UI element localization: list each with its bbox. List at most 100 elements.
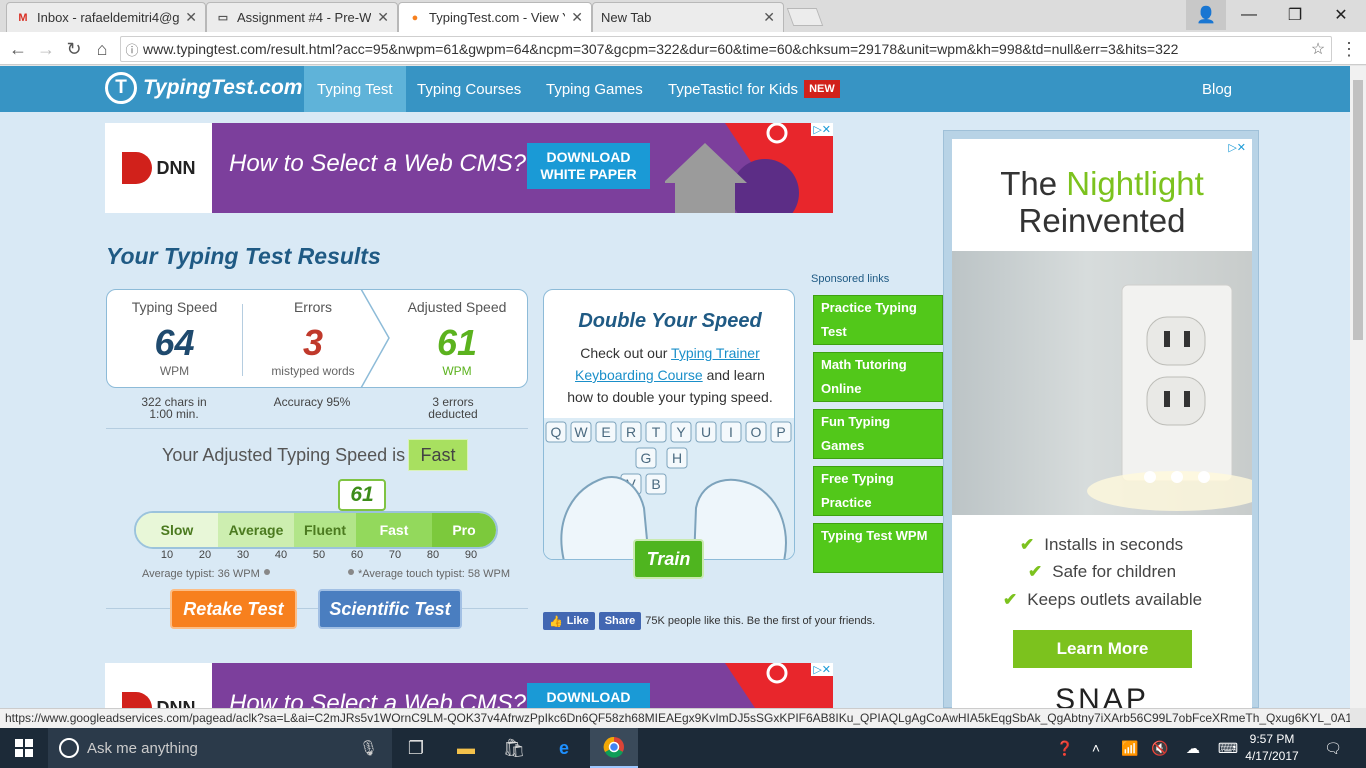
retake-test-button[interactable]: Retake Test: [170, 589, 297, 629]
ad-headline: How to Select a Web CMS?: [229, 690, 527, 708]
task-view-icon[interactable]: ❐: [392, 728, 440, 768]
facebook-like-button[interactable]: 👍 Like: [543, 612, 595, 630]
train-button[interactable]: Train: [633, 539, 704, 579]
speed-scale-bar: Slow Average Fluent Fast Pro: [134, 511, 498, 549]
close-icon[interactable]: ✕: [185, 9, 197, 26]
stat-value: 61: [436, 322, 478, 363]
ad-download-button[interactable]: DOWNLOAD WHITE PAPER: [527, 143, 650, 189]
close-window-button[interactable]: ✕: [1318, 0, 1364, 30]
snap-brand: SNAP: [1055, 683, 1149, 708]
facebook-like-text: 75K people like this. Be the first of yo…: [645, 615, 876, 627]
feature-label: Keeps outlets available: [1027, 590, 1203, 609]
facebook-share-button[interactable]: Share: [598, 612, 642, 630]
side-ad-headline: The Nightlight Reinvented: [952, 165, 1252, 239]
keyboarding-course-link[interactable]: Keyboarding Course: [575, 367, 703, 383]
minimize-button[interactable]: —: [1226, 0, 1272, 30]
microphone-icon[interactable]: 🎙: [359, 739, 378, 757]
tab-newtab[interactable]: New Tab ✕: [592, 2, 784, 32]
onedrive-icon[interactable]: ☁: [1180, 728, 1206, 768]
new-tab-button[interactable]: [786, 8, 824, 26]
forward-icon[interactable]: →: [34, 37, 58, 61]
tick-label: 20: [198, 549, 212, 561]
nav-blog[interactable]: Blog: [1189, 66, 1245, 112]
typing-speed-stat: Typing Speed 64 WPM: [107, 290, 242, 389]
side-ad-content: ▷✕ The Nightlight Reinvented ✔ Installs i…: [952, 139, 1252, 708]
profile-icon[interactable]: 👤: [1186, 0, 1226, 30]
stat-label: Typing Speed: [131, 299, 218, 315]
start-button[interactable]: [0, 728, 48, 768]
scale-average: Average: [218, 513, 294, 547]
system-clock[interactable]: 9:57 PM 4/17/2017: [1240, 731, 1304, 765]
typing-trainer-link[interactable]: Typing Trainer: [671, 345, 760, 361]
edge-icon[interactable]: e: [540, 728, 588, 768]
average-typist-label: Average typist: 36 WPM: [142, 568, 260, 580]
nav-typetastic[interactable]: TypeTastic! for Kids NEW: [655, 66, 853, 112]
address-bar[interactable]: ⓘ www.typingtest.com/result.html?acc=95&…: [120, 36, 1332, 62]
tab-assignment[interactable]: ▭ Assignment #4 - Pre-Wor ✕: [206, 2, 398, 32]
bookmark-star-icon[interactable]: ☆: [1305, 39, 1331, 59]
accuracy-summary: Accuracy 95%: [273, 395, 351, 409]
scrollbar-thumb[interactable]: [1353, 80, 1363, 340]
check-icon: ✔: [1028, 562, 1043, 581]
browser-tabbar: M Inbox - rafaeldemitri4@g ✕ ▭ Assignmen…: [0, 0, 1366, 32]
close-icon[interactable]: ✕: [377, 9, 389, 26]
action-center-icon[interactable]: 🗨: [1318, 728, 1348, 768]
site-logo[interactable]: T TypingTest.com: [105, 72, 302, 104]
sponsored-link[interactable]: Free Typing Practice: [813, 466, 943, 516]
nav-typing-games[interactable]: Typing Games: [533, 66, 656, 112]
help-icon[interactable]: ❓: [1050, 728, 1080, 768]
bottom-ad-banner[interactable]: DNN How to Select a Web CMS? DOWNLOAD WH…: [105, 663, 833, 708]
info-icon[interactable]: ⓘ: [121, 40, 143, 59]
nav-typing-test[interactable]: Typing Test: [304, 66, 406, 112]
scale-ticks: 10 20 30 40 50 60 70 80 90: [134, 549, 498, 561]
sponsored-link[interactable]: Fun Typing Games: [813, 409, 943, 459]
sponsored-link[interactable]: Practice Typing Test: [813, 295, 943, 345]
windows-logo-icon: [15, 739, 33, 757]
top-ad-banner[interactable]: DNN How to Select a Web CMS? DOWNLOAD WH…: [105, 123, 833, 213]
dnn-logo: DNN: [105, 663, 212, 708]
show-hidden-icons[interactable]: ˄: [1086, 728, 1106, 768]
close-icon[interactable]: ✕: [571, 9, 583, 26]
thumbs-up-icon: 👍: [549, 615, 563, 628]
network-icon[interactable]: 📶: [1118, 728, 1142, 768]
nav-typing-courses[interactable]: Typing Courses: [404, 66, 534, 112]
cortana-search[interactable]: Ask me anything 🎙: [48, 728, 392, 768]
sponsored-link[interactable]: Math Tutoring Online: [813, 352, 943, 402]
double-speed-panel: Double Your Speed Check out our Typing T…: [543, 289, 795, 560]
tick-label: 30: [236, 549, 250, 561]
volume-icon[interactable]: 🔇: [1148, 728, 1172, 768]
keyboard-icon[interactable]: ⌨: [1214, 728, 1242, 768]
home-icon[interactable]: ⌂: [90, 37, 114, 61]
back-icon[interactable]: ←: [6, 37, 30, 61]
ad-choices-icon[interactable]: ▷✕: [811, 123, 833, 136]
chrome-logo-icon: [603, 736, 624, 758]
url-text[interactable]: www.typingtest.com/result.html?acc=95&nw…: [143, 41, 1305, 57]
logo-text: TypingTest.com: [143, 76, 303, 99]
restore-button[interactable]: ❐: [1272, 0, 1318, 30]
store-icon[interactable]: 🛍: [490, 728, 538, 768]
chars-summary: 322 chars in 1:00 min.: [141, 395, 207, 421]
tab-inbox[interactable]: M Inbox - rafaeldemitri4@g ✕: [6, 2, 206, 32]
chrome-menu-icon[interactable]: ⋮: [1340, 39, 1358, 60]
keyboard-key-label: Y: [676, 424, 686, 440]
side-ad[interactable]: ▷✕ The Nightlight Reinvented ✔ Installs i…: [943, 130, 1259, 708]
tick-label: 50: [312, 549, 326, 561]
ad-choices-icon[interactable]: ▷✕: [811, 663, 833, 676]
feature-label: Safe for children: [1052, 562, 1177, 581]
close-icon[interactable]: ✕: [763, 9, 775, 26]
scientific-test-button[interactable]: Scientific Test: [318, 589, 462, 629]
sponsored-link[interactable]: Typing Test WPM: [813, 523, 943, 573]
vertical-scrollbar[interactable]: [1350, 66, 1366, 708]
file-explorer-icon[interactable]: ▬: [442, 728, 490, 768]
keyboard-key-label: E: [601, 424, 610, 440]
reload-icon[interactable]: ↻: [62, 37, 86, 61]
tab-typingtest[interactable]: ● TypingTest.com - View Yo ✕: [398, 2, 592, 32]
ad-download-button[interactable]: DOWNLOAD WHITE PAPER: [527, 683, 650, 708]
tick-label: 80: [426, 549, 440, 561]
chrome-taskbar-icon[interactable]: [590, 728, 638, 768]
nav-label: Typing Courses: [417, 80, 522, 98]
learn-more-button[interactable]: Learn More: [1013, 630, 1192, 668]
headline-part: The: [1000, 165, 1058, 202]
ad-choices-icon[interactable]: ▷✕: [1226, 141, 1248, 154]
typingtest-logo-icon: T: [105, 72, 137, 104]
